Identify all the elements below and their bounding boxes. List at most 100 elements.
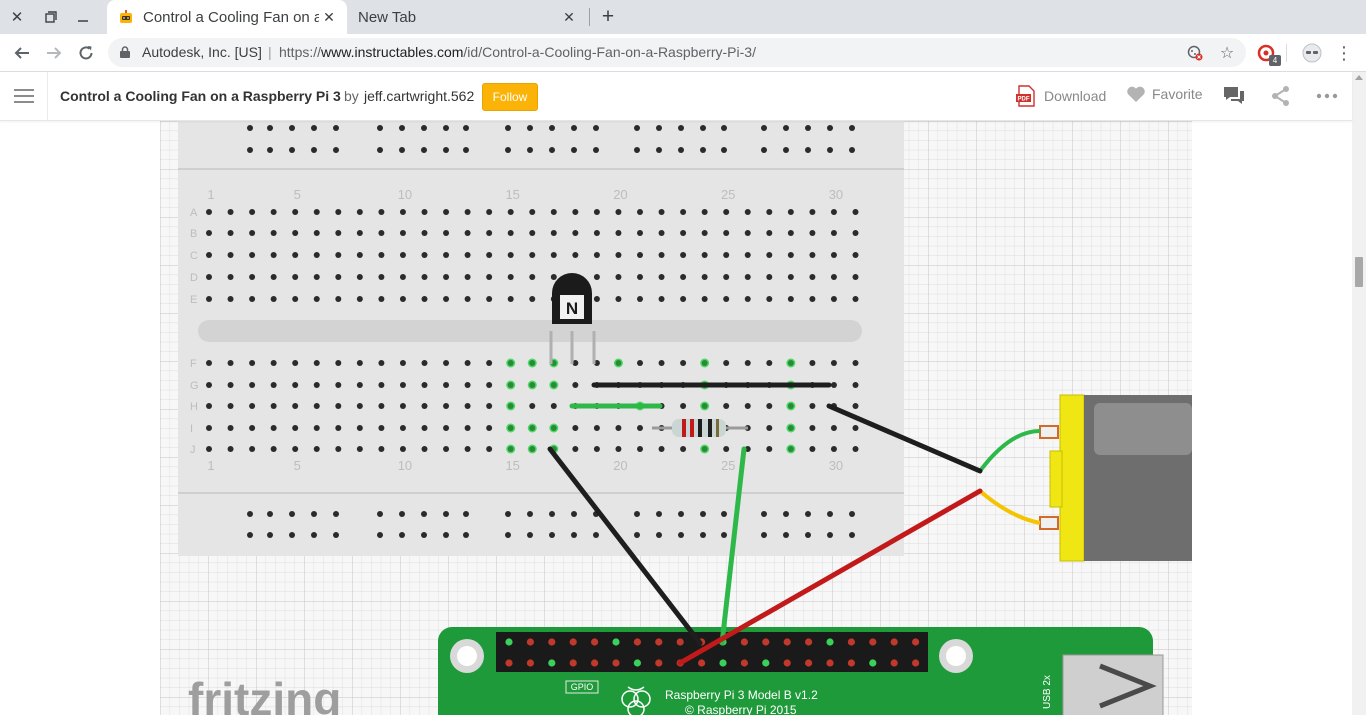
- breadboard-hole: [615, 209, 622, 215]
- breadboard-hole: [399, 360, 406, 366]
- breadboard-hole: [443, 360, 450, 366]
- url-path: /id/Control-a-Cooling-Fan-on-a-Raspberry…: [463, 44, 756, 60]
- bookmark-star-icon[interactable]: ☆: [1218, 44, 1236, 62]
- breadboard-hole: [399, 403, 406, 409]
- tab-new-tab[interactable]: New Tab ✕: [347, 0, 587, 34]
- browser-menu-icon[interactable]: ⋮: [1335, 42, 1353, 64]
- breadboard-hole: [852, 382, 859, 388]
- comments-icon[interactable]: [1222, 85, 1246, 107]
- breadboard-hole: [809, 403, 816, 409]
- power-rail-hole: [721, 532, 727, 538]
- window-close-icon[interactable]: ✕: [5, 5, 29, 29]
- power-rail-hole: [333, 532, 339, 538]
- author-link[interactable]: jeff.cartwright.562: [364, 88, 474, 104]
- back-arrow-icon[interactable]: [9, 40, 35, 66]
- download-button[interactable]: PDF Download: [1015, 85, 1106, 107]
- breadboard-hole: [443, 252, 450, 258]
- tab-close-icon[interactable]: ✕: [320, 8, 338, 26]
- power-rail-hole: [678, 125, 684, 131]
- url-text: https://www.instructables.com/id/Control…: [279, 44, 756, 60]
- breadboard-hole: [335, 382, 342, 388]
- breadboard-hole: [507, 446, 514, 452]
- more-options-icon[interactable]: [1315, 85, 1339, 107]
- follow-button[interactable]: Follow: [482, 83, 538, 111]
- breadboard-hole: [680, 230, 687, 236]
- power-rail-hole: [421, 147, 427, 153]
- power-rail-hole: [571, 511, 577, 517]
- breadboard-hole: [227, 403, 234, 409]
- breadboard-hole: [615, 446, 622, 452]
- power-rail-hole: [805, 125, 811, 131]
- power-rail-hole: [700, 532, 706, 538]
- breadboard-hole: [486, 382, 493, 388]
- breadboard-hole: [206, 252, 212, 258]
- breadboard-hole: [421, 425, 428, 431]
- power-rail-hole: [721, 125, 727, 131]
- breadboard-hole: [550, 382, 557, 388]
- breadboard-hole: [658, 274, 665, 280]
- breadboard-hole: [615, 360, 622, 366]
- power-rail-hole: [463, 511, 469, 517]
- window-minimize-icon[interactable]: [71, 5, 95, 29]
- power-rail-hole: [289, 147, 295, 153]
- address-bar[interactable]: Autodesk, Inc. [US] | https://www.instru…: [108, 38, 1246, 67]
- breadboard-hole: [464, 274, 471, 280]
- breadboard-hole: [637, 209, 643, 215]
- hamburger-menu-icon[interactable]: [14, 88, 34, 104]
- heart-icon: [1127, 86, 1145, 102]
- power-rail-hole: [311, 511, 317, 517]
- page-scrollbar[interactable]: [1352, 72, 1366, 715]
- power-rail-hole: [761, 511, 767, 517]
- power-rail-hole: [311, 125, 317, 131]
- power-rail-hole: [267, 511, 273, 517]
- row-letter: C: [190, 250, 198, 262]
- gpio-pin: [826, 638, 834, 646]
- breadboard-hole: [313, 209, 320, 215]
- power-rail-hole: [634, 511, 640, 517]
- breadboard-hole: [593, 446, 600, 452]
- breadboard-hole: [572, 446, 579, 452]
- breadboard-hole: [852, 296, 859, 302]
- breadboard-hole: [723, 360, 730, 366]
- tab-strip: ✕ Control a Cooling Fan on a Raspberry P…: [0, 0, 1366, 34]
- breadboard-hole: [421, 209, 428, 215]
- profile-avatar-icon[interactable]: [1302, 43, 1322, 63]
- tab-close-icon[interactable]: ✕: [560, 8, 578, 26]
- breadboard-hole: [399, 296, 406, 302]
- column-number: 15: [505, 187, 519, 202]
- by-label: by: [344, 88, 359, 104]
- favorite-button[interactable]: Favorite: [1126, 85, 1203, 103]
- main-content: 1 5 10 15 20 25 30 1 5 10 15 20 25 30 A …: [0, 121, 1352, 715]
- breadboard-hole: [593, 252, 600, 258]
- breadboard-hole: [701, 403, 708, 409]
- breadboard-hole: [766, 403, 773, 409]
- forward-arrow-icon[interactable]: [41, 40, 67, 66]
- tab-instructables[interactable]: Control a Cooling Fan on a Raspberry Pi …: [107, 0, 347, 34]
- power-rail-hole: [593, 125, 599, 131]
- usb-side-label: USB 2x: [1042, 675, 1053, 709]
- power-rail-hole: [634, 125, 640, 131]
- breadboard-hole: [507, 209, 514, 215]
- cookie-blocked-icon[interactable]: [1186, 44, 1204, 62]
- breadboard-hole: [421, 360, 428, 366]
- url-host: www.instructables.com: [321, 44, 464, 60]
- power-rail-hole: [827, 125, 833, 131]
- breadboard-hole: [270, 403, 277, 409]
- breadboard-hole: [852, 403, 859, 409]
- scroll-up-arrow-icon[interactable]: [1355, 75, 1363, 80]
- breadboard-hole: [378, 382, 385, 388]
- power-rail-hole: [783, 147, 789, 153]
- gpio-pin: [569, 638, 577, 646]
- window-restore-icon[interactable]: [39, 5, 63, 29]
- reload-icon[interactable]: [73, 40, 99, 66]
- power-rail-hole: [267, 125, 273, 131]
- share-icon[interactable]: [1269, 85, 1293, 107]
- scrollbar-thumb[interactable]: [1355, 257, 1363, 287]
- breadboard-hole: [399, 230, 406, 236]
- gpio-pin: [783, 638, 791, 646]
- new-tab-plus-icon[interactable]: +: [596, 5, 620, 29]
- gpio-pin: [526, 659, 535, 667]
- gpio-pin: [762, 659, 770, 667]
- breadboard-hole: [852, 230, 859, 236]
- breadboard-hole: [744, 403, 751, 409]
